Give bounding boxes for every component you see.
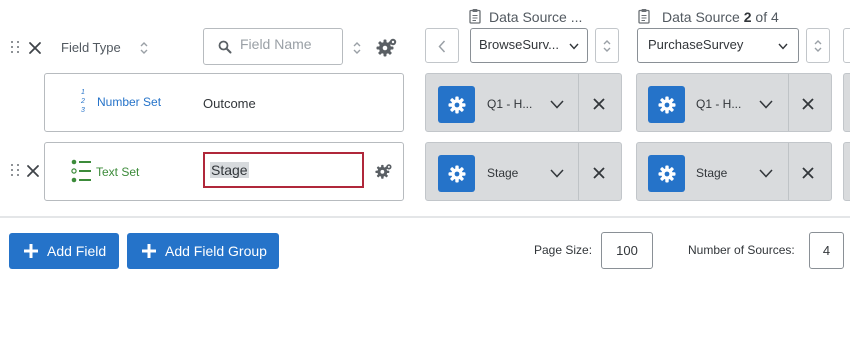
- clipboard-icon: [469, 9, 481, 24]
- mapping-cell-edge[interactable]: [843, 73, 850, 132]
- field-name-text[interactable]: Outcome: [203, 96, 256, 111]
- mapping-cell[interactable]: Stage: [425, 142, 622, 201]
- gear-icon[interactable]: [648, 155, 685, 192]
- chevron-left-icon: [438, 40, 446, 53]
- field-row-outcome[interactable]: 123 Number Set Outcome: [44, 73, 404, 132]
- drag-handle-icon[interactable]: [11, 164, 21, 178]
- add-field-group-button[interactable]: Add Field Group: [127, 233, 279, 269]
- number-of-sources-input[interactable]: 4: [809, 232, 844, 269]
- sort-icon: [814, 40, 822, 52]
- cell-divider: [788, 143, 789, 200]
- data-source-1-title: Data Source ...: [489, 9, 583, 25]
- gear-icon[interactable]: [438, 155, 475, 192]
- mapping-cell-edge[interactable]: [843, 142, 850, 201]
- data-source-3-select-edge[interactable]: [843, 28, 850, 63]
- cell-divider: [578, 143, 579, 200]
- field-name-input[interactable]: Stage: [203, 152, 364, 188]
- plus-icon: [24, 244, 38, 258]
- gear-icon[interactable]: [438, 86, 475, 123]
- close-icon[interactable]: [593, 167, 605, 179]
- mapping-label: Q1 - H...: [696, 97, 742, 111]
- field-row-stage[interactable]: Text Set Stage: [44, 142, 404, 201]
- add-field-label: Add Field: [47, 243, 107, 259]
- chevron-down-icon[interactable]: [759, 169, 773, 178]
- search-icon: [218, 40, 232, 54]
- close-icon[interactable]: [28, 41, 42, 55]
- field-type-header: Field Type: [61, 40, 121, 55]
- gear-icon[interactable]: [376, 36, 398, 58]
- number-of-sources-label: Number of Sources:: [688, 243, 795, 257]
- sort-icon[interactable]: [139, 41, 149, 55]
- page-size-label: Page Size:: [534, 243, 593, 257]
- field-type-label: Text Set: [96, 165, 140, 179]
- mapping-cell[interactable]: Stage: [636, 142, 832, 201]
- data-source-2-select[interactable]: PurchaseSurvey: [637, 28, 799, 63]
- search-input[interactable]: [240, 36, 330, 52]
- sort-icon: [603, 40, 611, 52]
- drag-handle-icon[interactable]: [11, 41, 21, 55]
- field-name-search[interactable]: [203, 28, 343, 65]
- chevron-down-icon[interactable]: [550, 100, 564, 109]
- data-source-2-title: Data Source 2 of 4: [662, 9, 779, 25]
- close-icon[interactable]: [802, 167, 814, 179]
- chevron-down-icon[interactable]: [759, 100, 773, 109]
- close-icon[interactable]: [802, 98, 814, 110]
- mapping-cell[interactable]: Q1 - H...: [425, 73, 622, 132]
- mapping-label: Stage: [696, 166, 728, 180]
- mapping-label: Stage: [487, 166, 519, 180]
- plus-icon: [142, 244, 156, 258]
- chevron-down-icon: [569, 43, 579, 50]
- chevron-down-icon: [778, 43, 788, 50]
- number-set-icon: 123: [81, 89, 85, 114]
- mapping-label: Q1 - H...: [487, 97, 533, 111]
- field-type-label: Number Set: [97, 95, 162, 109]
- mapping-cell[interactable]: Q1 - H...: [636, 73, 832, 132]
- cell-divider: [578, 74, 579, 131]
- section-divider: [0, 216, 850, 218]
- data-source-1-select[interactable]: BrowseSurv...: [470, 28, 588, 63]
- text-set-icon: [71, 159, 91, 183]
- cell-divider: [788, 74, 789, 131]
- close-icon[interactable]: [26, 164, 40, 178]
- gear-icon[interactable]: [374, 162, 394, 180]
- data-source-1-sort-button[interactable]: [595, 28, 619, 63]
- gear-icon[interactable]: [648, 86, 685, 123]
- previous-source-button[interactable]: [425, 28, 459, 63]
- add-field-button[interactable]: Add Field: [9, 233, 119, 269]
- add-field-group-label: Add Field Group: [165, 243, 267, 259]
- clipboard-icon: [638, 9, 650, 24]
- close-icon[interactable]: [593, 98, 605, 110]
- sort-icon[interactable]: [352, 41, 362, 55]
- chevron-down-icon[interactable]: [550, 169, 564, 178]
- page-size-input[interactable]: 100: [601, 232, 653, 269]
- field-name-value: Stage: [210, 162, 249, 178]
- data-source-2-sort-button[interactable]: [806, 28, 830, 63]
